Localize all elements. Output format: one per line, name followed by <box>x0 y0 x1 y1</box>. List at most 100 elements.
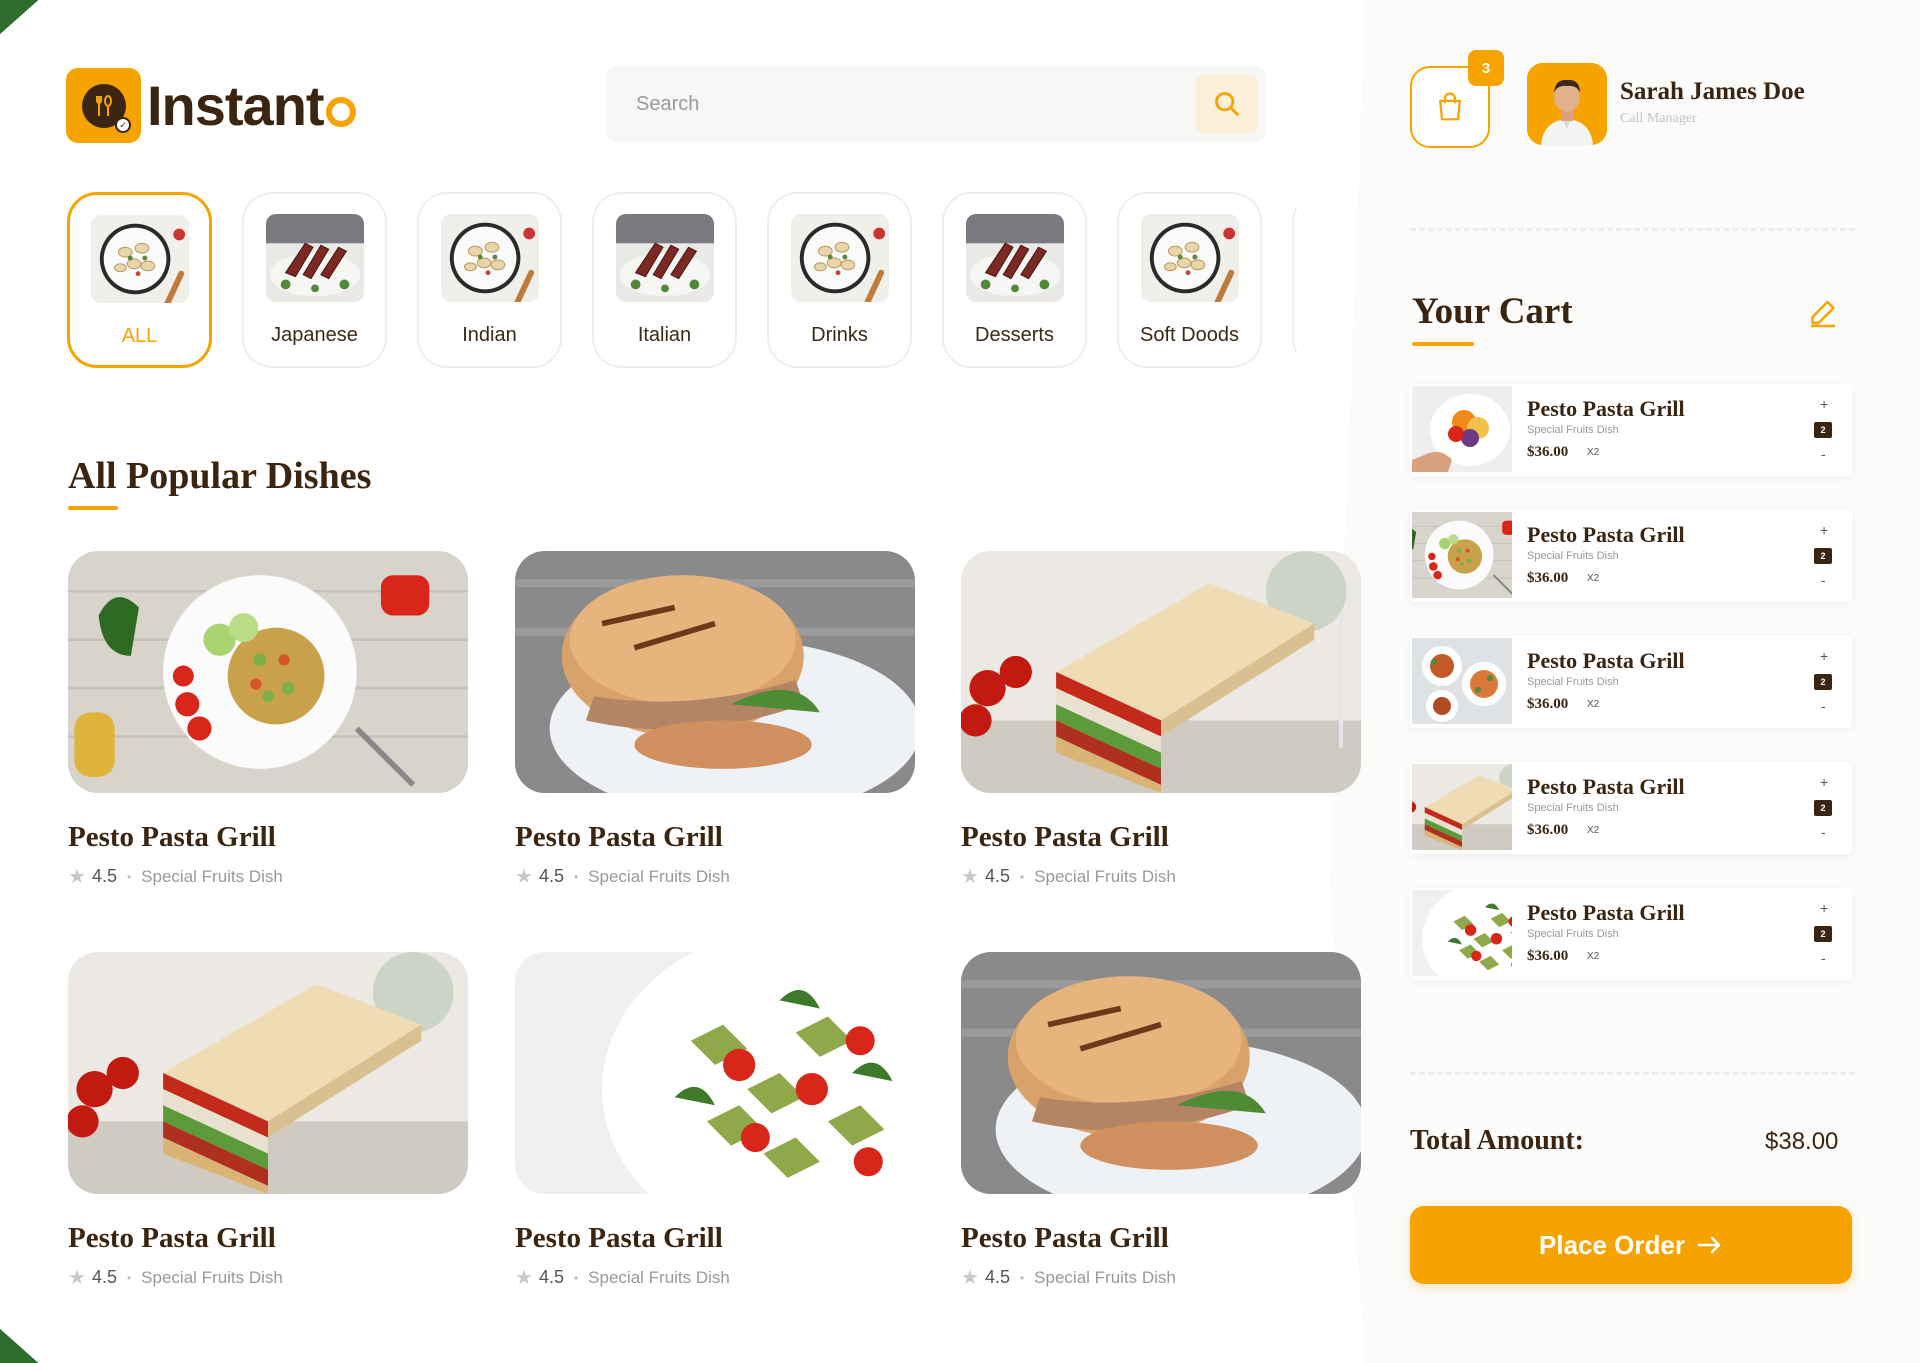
increase-button[interactable]: + <box>1820 648 1828 664</box>
category-indian[interactable]: Indian <box>417 192 562 368</box>
cart-item-subtitle: Special Fruits Dish <box>1527 424 1619 436</box>
section-underline <box>68 506 118 510</box>
dish-meta: ★ 4.5 • Special Fruits Dish <box>961 864 1361 889</box>
decrease-button[interactable]: - <box>1821 698 1826 714</box>
app-logo[interactable]: ✓ Instant <box>66 68 356 143</box>
category-thumbnail <box>790 214 889 302</box>
dish-card[interactable]: Pesto Pasta Grill ★ 4.5 • Special Fruits… <box>515 952 915 1290</box>
place-order-button[interactable]: Place Order <box>1410 1206 1852 1284</box>
scroll-handle[interactable] <box>1339 612 1343 748</box>
category-thumbnail <box>440 214 539 302</box>
dish-card[interactable]: Pesto Pasta Grill ★ 4.5 • Special Fruits… <box>961 551 1361 889</box>
dish-card[interactable]: Pesto Pasta Grill ★ 4.5 • Special Fruits… <box>68 551 468 889</box>
cart-item-name: Pesto Pasta Grill <box>1527 396 1685 421</box>
cart-item-qty: X2 <box>1587 951 1600 962</box>
dish-name: Pesto Pasta Grill <box>68 821 276 853</box>
cart-item-image <box>1412 638 1512 724</box>
category-label: Soft Doods <box>1140 324 1239 346</box>
search-icon <box>1215 92 1239 116</box>
logo-badge-icon: ✓ <box>66 68 141 143</box>
dish-name: Pesto Pasta Grill <box>961 1222 1169 1254</box>
dish-image <box>68 551 468 793</box>
dish-card[interactable]: Pesto Pasta Grill ★ 4.5 • Special Fruits… <box>961 952 1361 1290</box>
category-list: ALL Japanese Indian Italian Drinks Desse… <box>67 192 1297 368</box>
star-icon: ★ <box>68 1267 86 1289</box>
cart-item[interactable]: Pesto Pasta Grill Special Fruits Dish $3… <box>1410 636 1852 728</box>
category-thumbnail <box>265 214 364 302</box>
avatar[interactable] <box>1527 63 1607 145</box>
dish-card[interactable]: Pesto Pasta Grill ★ 4.5 • Special Fruits… <box>68 952 468 1290</box>
category-desserts[interactable]: Desserts <box>942 192 1087 368</box>
decrease-button[interactable]: - <box>1821 950 1826 966</box>
cart-item-image <box>1412 512 1512 598</box>
category-drinks[interactable]: Drinks <box>767 192 912 368</box>
category-thumbnail <box>90 215 189 303</box>
quantity-count: 2 <box>1814 548 1832 564</box>
category-italian[interactable]: Italian <box>592 192 737 368</box>
star-icon: ★ <box>515 1267 533 1289</box>
dish-rating: 4.5 <box>91 1267 117 1287</box>
check-icon: ✓ <box>115 117 131 133</box>
increase-button[interactable]: + <box>1820 396 1828 412</box>
cart-item-subtitle: Special Fruits Dish <box>1527 802 1619 814</box>
separator-dot: • <box>573 1270 579 1285</box>
category-more[interactable] <box>1292 192 1297 368</box>
cart-item[interactable]: Pesto Pasta Grill Special Fruits Dish $3… <box>1410 888 1852 980</box>
total-label: Total Amount: <box>1410 1125 1585 1156</box>
star-icon: ★ <box>961 1267 979 1289</box>
increase-button[interactable]: + <box>1820 774 1828 790</box>
dish-name: Pesto Pasta Grill <box>515 1222 723 1254</box>
place-order-label: Place Order <box>1539 1229 1685 1260</box>
cart-item-price: $36.00 <box>1527 696 1569 712</box>
cart-item-qty: X2 <box>1587 699 1600 710</box>
arrow-right-icon <box>1697 1236 1721 1254</box>
decrease-button[interactable]: - <box>1821 572 1826 588</box>
dish-subtitle: Special Fruits Dish <box>588 1267 730 1287</box>
dish-rating: 4.5 <box>984 866 1010 886</box>
dish-rating: 4.5 <box>91 866 117 886</box>
increase-button[interactable]: + <box>1820 522 1828 538</box>
dish-rating: 4.5 <box>538 1267 564 1287</box>
search-button[interactable] <box>1196 74 1258 134</box>
increase-button[interactable]: + <box>1820 900 1828 916</box>
category-japanese[interactable]: Japanese <box>242 192 387 368</box>
category-thumbnail <box>965 214 1064 302</box>
cart-item-price: $36.00 <box>1527 570 1569 586</box>
separator-dot: • <box>573 869 579 884</box>
decrease-button[interactable]: - <box>1821 824 1826 840</box>
category-label: Japanese <box>271 324 358 346</box>
category-label: Drinks <box>811 324 868 346</box>
decrease-button[interactable]: - <box>1821 446 1826 462</box>
quantity-count: 2 <box>1814 800 1832 816</box>
dish-card[interactable]: Pesto Pasta Grill ★ 4.5 • Special Fruits… <box>515 551 915 889</box>
cart-item[interactable]: Pesto Pasta Grill Special Fruits Dish $3… <box>1410 510 1852 602</box>
user-role: Call Manager <box>1620 111 1697 126</box>
search-input[interactable] <box>636 66 1176 142</box>
dish-name: Pesto Pasta Grill <box>961 821 1169 853</box>
logo-text: Instant <box>147 73 356 138</box>
cart-item[interactable]: Pesto Pasta Grill Special Fruits Dish $3… <box>1410 384 1852 476</box>
dish-subtitle: Special Fruits Dish <box>1034 866 1176 886</box>
cart-item-subtitle: Special Fruits Dish <box>1527 928 1619 940</box>
dish-image <box>515 952 915 1194</box>
category-all[interactable]: ALL <box>67 192 212 368</box>
dish-subtitle: Special Fruits Dish <box>141 1267 283 1287</box>
dish-image <box>961 551 1361 793</box>
user-name: Sarah James Doe <box>1620 78 1805 105</box>
category-soft-doods[interactable]: Soft Doods <box>1117 192 1262 368</box>
dish-meta: ★ 4.5 • Special Fruits Dish <box>515 1265 915 1290</box>
dish-rating: 4.5 <box>538 866 564 886</box>
pencil-icon <box>1811 300 1835 328</box>
category-thumbnail <box>1140 214 1239 302</box>
cart-item-price: $36.00 <box>1527 444 1569 460</box>
quantity-count: 2 <box>1814 674 1832 690</box>
separator-dot: • <box>126 869 132 884</box>
dish-meta: ★ 4.5 • Special Fruits Dish <box>68 1265 468 1290</box>
cart-item-price: $36.00 <box>1527 822 1569 838</box>
dish-subtitle: Special Fruits Dish <box>588 866 730 886</box>
cart-item[interactable]: Pesto Pasta Grill Special Fruits Dish $3… <box>1410 762 1852 854</box>
dish-subtitle: Special Fruits Dish <box>141 866 283 886</box>
cart-item-qty: X2 <box>1587 447 1600 458</box>
edit-cart-button[interactable] <box>1805 296 1841 332</box>
cart-item-image <box>1412 764 1512 850</box>
